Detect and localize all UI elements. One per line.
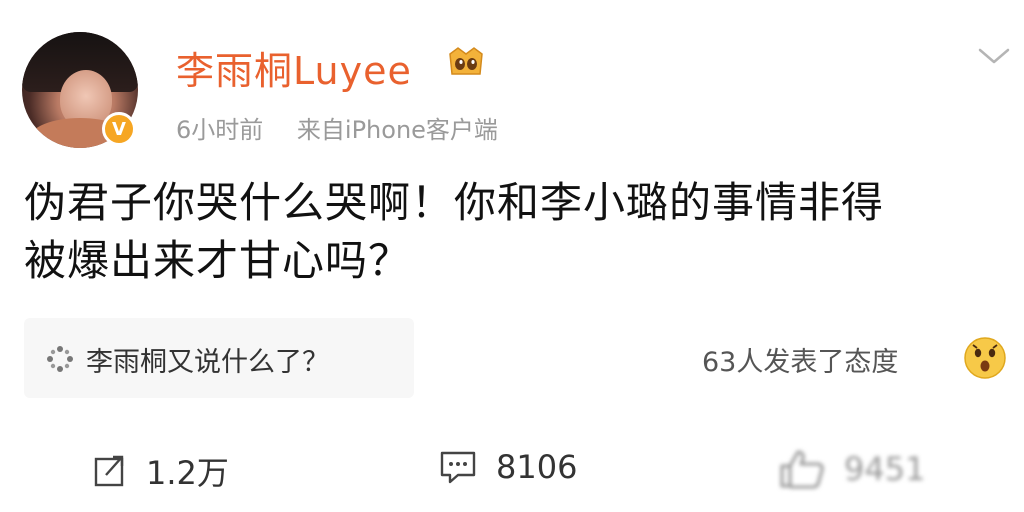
surprised-emoji-icon[interactable] — [962, 334, 1008, 380]
crown-member-icon — [449, 47, 483, 75]
post-text: 伪君子你哭什么哭啊！你和李小璐的事情非得 被爆出来才甘心吗？ — [24, 174, 1014, 290]
username[interactable]: 李雨桐Luyee — [176, 40, 412, 95]
post-text-line-2: 被爆出来才甘心吗？ — [24, 236, 412, 285]
post-time: 6小时前 — [176, 116, 264, 144]
like-count: 9451 — [844, 450, 926, 488]
topic-sparkle-icon — [47, 346, 73, 372]
topic-label[interactable]: 李雨桐又说什么了？ — [86, 340, 329, 379]
like-thumb-icon — [780, 450, 824, 489]
post-meta: 6小时前 来自iPhone客户端 — [176, 110, 524, 145]
verified-badge-icon: V — [102, 112, 136, 146]
repost-icon — [94, 455, 124, 487]
repost-count: 1.2万 — [146, 454, 229, 492]
comment-icon — [440, 451, 476, 484]
repost-button[interactable]: 1.2万 — [92, 448, 229, 494]
chevron-down-icon[interactable] — [976, 44, 1012, 68]
comment-button[interactable]: 8106 — [438, 448, 577, 486]
like-button[interactable]: 9451 — [778, 448, 925, 490]
post-source: 来自iPhone客户端 — [296, 116, 498, 144]
comment-count: 8106 — [496, 448, 578, 486]
post-text-line-1: 伪君子你哭什么哭啊！你和李小璐的事情非得 — [24, 178, 885, 227]
reactions-summary[interactable]: 63人发表了态度 — [702, 340, 898, 379]
